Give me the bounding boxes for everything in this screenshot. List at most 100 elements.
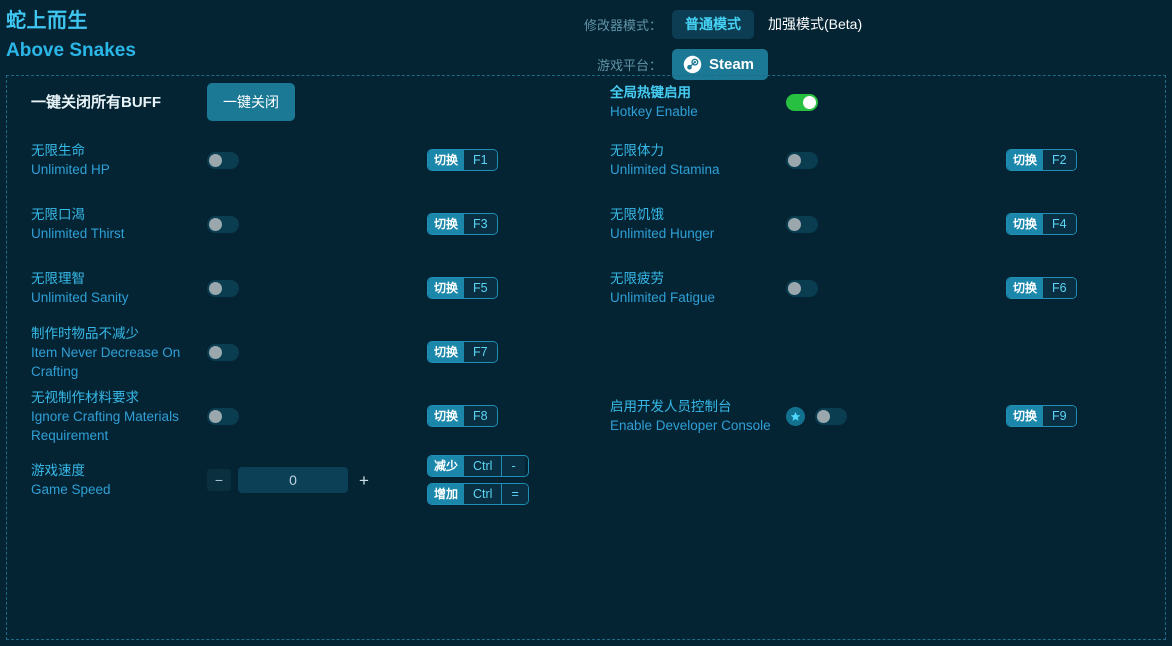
star-icon[interactable] [786,406,805,426]
row-ignore-crafting-materials-label-cn: 无视制作材料要求 [31,389,139,405]
row-hotkey-enable-labels: 全局热键启用 Hotkey Enable [610,83,786,121]
row-unlimited-hp: 无限生命 Unlimited HP 切换 F1 [7,128,586,192]
row-item-never-decrease-labels: 制作时物品不减少 Item Never Decrease On Crafting [31,324,207,381]
row-enable-developer-console-control [786,406,982,426]
hotkey-action-label: 切换 [428,406,465,426]
hotkey-action-label: 切换 [1007,150,1044,170]
platform-steam-label: Steam [709,55,755,73]
options-panel: 一键关闭所有BUFF 一键关闭 无限生命 Unlimited HP 切换 F1 … [6,75,1166,640]
row-unlimited-thirst-label-en: Unlimited Thirst [31,226,125,241]
row-game-speed-labels: 游戏速度 Game Speed [31,461,207,499]
row-item-never-decrease-label-en: Item Never Decrease On Crafting [31,344,181,379]
mode-normal-button[interactable]: 普通模式 [672,9,754,39]
row-item-never-decrease-control [207,343,403,361]
game-title-cn: 蛇上而生 [6,10,88,32]
row-unlimited-hunger-label-cn: 无限饥饿 [610,207,664,222]
row-unlimited-fatigue-label-cn: 无限疲劳 [610,271,664,286]
toggle-unlimited-thirst[interactable] [207,215,239,233]
row-unlimited-sanity-label-cn: 无限理智 [31,271,85,286]
row-unlimited-fatigue-labels: 无限疲劳 Unlimited Fatigue [610,269,786,307]
hotkey-unlimited-hp[interactable]: 切换 F1 [427,149,498,171]
hotkey-unlimited-sanity[interactable]: 切换 F5 [427,277,498,299]
row-ignore-crafting-materials-labels: 无视制作材料要求 Ignore Crafting Materials Requi… [31,388,207,445]
game-speed-decrease-button[interactable]: − [207,469,231,491]
hotkey-key-label: = [501,484,528,504]
close-all-buffs-labels: 一键关闭所有BUFF [31,93,207,112]
hotkey-unlimited-hp-wrap: 切换 F1 [427,149,498,171]
close-all-buffs-button[interactable]: 一键关闭 [207,83,295,121]
row-unlimited-stamina-label-en: Unlimited Stamina [610,162,720,177]
steam-icon [683,55,702,74]
game-speed-value[interactable]: 0 [238,467,348,493]
row-unlimited-thirst: 无限口渴 Unlimited Thirst 切换 F3 [7,192,586,256]
hotkey-item-never-decrease-wrap: 切换 F7 [427,341,498,363]
row-enable-developer-console-label-en: Enable Developer Console [610,418,771,433]
hotkey-game-speed-increase[interactable]: 增加 Ctrl = [427,483,529,505]
row-unlimited-sanity: 无限理智 Unlimited Sanity 切换 F5 [7,256,586,320]
row-item-never-decrease-label-cn: 制作时物品不减少 [31,325,139,341]
toggle-unlimited-sanity[interactable] [207,279,239,297]
toggle-knob [209,217,222,231]
hotkey-action-label: 增加 [428,484,465,504]
row-ignore-crafting-materials: 无视制作材料要求 Ignore Crafting Materials Requi… [7,384,586,448]
row-unlimited-hunger-label-en: Unlimited Hunger [610,226,715,241]
hotkey-modifier-label: Ctrl [464,484,502,504]
hotkey-enable-developer-console-wrap: 切换 F9 [1006,405,1077,427]
right-column: 全局热键启用 Hotkey Enable 无限体力 Unlimited Stam… [586,76,1165,639]
toggle-unlimited-hp[interactable] [207,151,239,169]
hotkey-game-speed-decrease[interactable]: 减少 Ctrl - [427,455,529,477]
toggle-knob [817,409,830,423]
hotkey-ignore-crafting-materials[interactable]: 切换 F8 [427,405,498,427]
mode-enhanced-button[interactable]: 加强模式(Beta) [768,14,862,34]
trainer-mode-row: 修改器模式： 普通模式 加强模式(Beta) [580,8,862,40]
toggle-unlimited-fatigue[interactable] [786,279,818,297]
toggle-hotkey-enable[interactable] [786,93,818,111]
hotkey-key-label: F7 [464,342,497,362]
row-ignore-crafting-materials-label-en: Ignore Crafting Materials Requirement [31,408,179,443]
toggle-unlimited-stamina[interactable] [786,151,818,169]
row-unlimited-sanity-label-en: Unlimited Sanity [31,290,129,305]
hotkey-game-speed-wrap: 减少 Ctrl - 增加 Ctrl = [427,455,529,505]
hotkey-key-label: F5 [464,278,497,298]
hotkey-key-label: - [501,456,525,476]
row-game-speed-control: − 0 + [207,467,403,493]
toggle-unlimited-hunger[interactable] [786,215,818,233]
hotkey-unlimited-thirst[interactable]: 切换 F3 [427,213,498,235]
cheat-trainer-window: 蛇上而生 Above Snakes 修改器模式： 普通模式 加强模式(Beta)… [0,0,1172,646]
header: 蛇上而生 Above Snakes 修改器模式： 普通模式 加强模式(Beta)… [0,0,1172,80]
toggle-ignore-crafting-materials[interactable] [207,407,239,425]
game-speed-increase-button[interactable]: + [355,469,373,491]
close-all-buffs-control: 一键关闭 [207,83,403,121]
hotkey-unlimited-sanity-wrap: 切换 F5 [427,277,498,299]
right-column-spacer [586,320,1165,384]
toggle-knob [788,217,801,231]
hotkey-unlimited-hunger-wrap: 切换 F4 [1006,213,1077,235]
row-game-speed-label-en: Game Speed [31,482,111,497]
row-unlimited-hunger-labels: 无限饥饿 Unlimited Hunger [610,205,786,243]
game-title-block: 蛇上而生 Above Snakes [6,8,136,64]
hotkey-ignore-crafting-materials-wrap: 切换 F8 [427,405,498,427]
hotkey-unlimited-fatigue[interactable]: 切换 F6 [1006,277,1077,299]
hotkey-enable-developer-console[interactable]: 切换 F9 [1006,405,1077,427]
hotkey-action-label: 切换 [428,214,465,234]
hotkey-action-label: 切换 [428,278,465,298]
hotkey-key-label: F1 [464,150,497,170]
hotkey-unlimited-hunger[interactable]: 切换 F4 [1006,213,1077,235]
hotkey-unlimited-stamina-wrap: 切换 F2 [1006,149,1077,171]
toggle-enable-developer-console[interactable] [815,407,847,425]
hotkey-unlimited-stamina[interactable]: 切换 F2 [1006,149,1077,171]
row-unlimited-thirst-labels: 无限口渴 Unlimited Thirst [31,205,207,243]
row-enable-developer-console: 启用开发人员控制台 Enable Developer Console 切换 F9 [586,384,1165,448]
toggle-knob [209,153,222,167]
toggle-item-never-decrease[interactable] [207,343,239,361]
toggle-knob [209,345,222,359]
hotkey-item-never-decrease[interactable]: 切换 F7 [427,341,498,363]
toggle-knob [788,153,801,167]
close-all-buffs-label: 一键关闭所有BUFF [31,93,161,111]
hotkey-key-label: F9 [1043,406,1076,426]
toggle-knob [788,281,801,295]
row-unlimited-fatigue-control [786,279,982,297]
trainer-mode-label: 修改器模式： [583,17,662,33]
row-unlimited-fatigue-label-en: Unlimited Fatigue [610,290,716,305]
row-ignore-crafting-materials-control [207,407,403,425]
